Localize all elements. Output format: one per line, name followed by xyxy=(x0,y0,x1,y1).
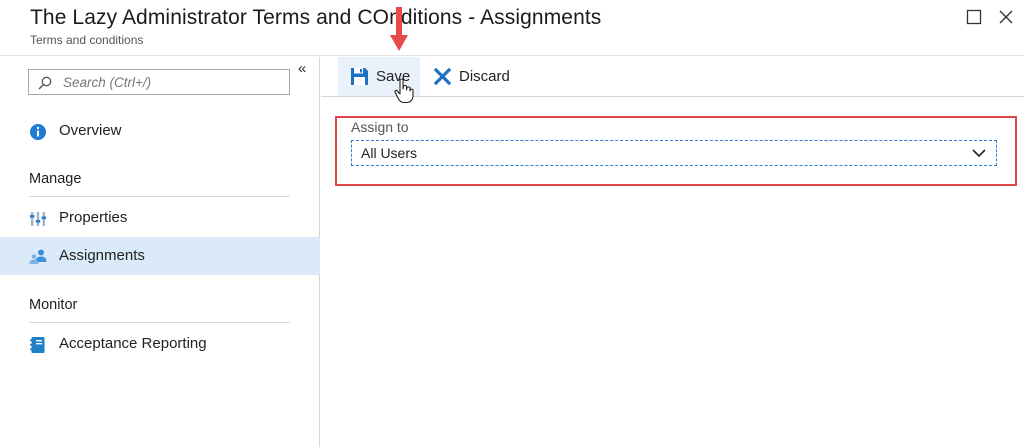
sidebar-item-acceptance-reporting[interactable]: Acceptance Reporting xyxy=(0,325,320,363)
sidebar-item-assignments[interactable]: Assignments xyxy=(0,237,320,275)
sidebar-item-label: Acceptance Reporting xyxy=(59,335,207,352)
section-divider xyxy=(29,196,290,197)
maximize-icon xyxy=(966,9,982,25)
sidebar-item-label: Properties xyxy=(59,209,128,226)
search-input[interactable] xyxy=(63,72,283,92)
blade-header: The Lazy Administrator Terms and COnditi… xyxy=(0,0,1024,56)
sidebar: « Overview Manage Properties xyxy=(0,57,320,447)
sidebar-item-label: Assignments xyxy=(59,247,145,264)
collapse-sidebar-button[interactable]: « xyxy=(298,60,306,77)
main-content: Save Discard Assign to All Users xyxy=(321,57,1024,447)
discard-label: Discard xyxy=(459,68,510,85)
close-button[interactable] xyxy=(995,6,1017,28)
sidebar-item-label: Overview xyxy=(59,122,122,139)
assign-to-selected-value: All Users xyxy=(361,145,418,161)
search-icon xyxy=(38,76,52,90)
save-icon xyxy=(351,68,368,85)
discard-button[interactable]: Discard xyxy=(432,57,522,96)
section-heading-manage: Manage xyxy=(29,171,82,187)
assign-to-dropdown[interactable]: All Users xyxy=(351,140,997,166)
section-divider xyxy=(29,322,290,323)
search-box[interactable] xyxy=(28,69,290,95)
assignments-icon xyxy=(29,249,47,264)
page-subtitle: Terms and conditions xyxy=(30,33,144,47)
assign-to-label: Assign to xyxy=(351,119,409,135)
hand-cursor-icon xyxy=(394,78,414,104)
notebook-icon xyxy=(30,337,45,353)
section-heading-monitor: Monitor xyxy=(29,297,78,313)
maximize-button[interactable] xyxy=(963,6,985,28)
info-icon xyxy=(30,124,46,140)
chevron-down-icon xyxy=(972,149,986,158)
annotation-arrow-icon xyxy=(390,7,408,51)
sidebar-item-properties[interactable]: Properties xyxy=(0,199,320,237)
properties-icon xyxy=(30,212,46,226)
page-title: The Lazy Administrator Terms and COnditi… xyxy=(30,6,602,29)
sidebar-item-overview[interactable]: Overview xyxy=(0,112,320,150)
discard-icon xyxy=(434,68,451,85)
command-bar: Save Discard xyxy=(321,57,1024,97)
close-icon xyxy=(999,10,1013,24)
